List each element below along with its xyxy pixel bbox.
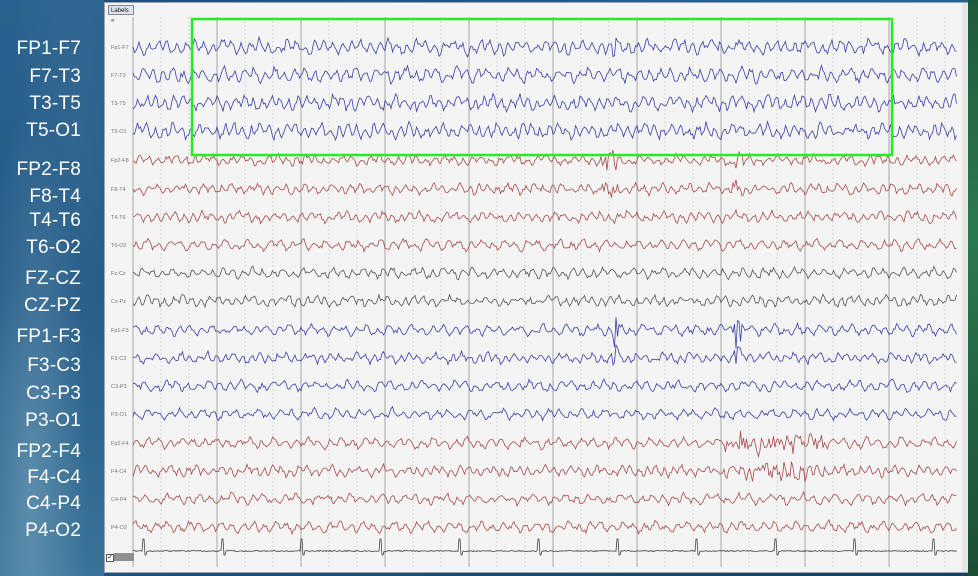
montage-label: FP1-F3 [16,326,81,347]
ekg-trace [132,538,957,556]
checkbox-icon[interactable]: ✓ [106,554,114,562]
eeg-viewer[interactable]: Fp1-F7 F7-T3 T3-T5 T5-O1 Fp2-F8 F8-T4 T4-T6 T6-… [104,2,968,573]
montage-label: P3-O1 [25,410,81,431]
viewer-row-label: Fz-Cz [111,271,126,277]
viewer-row-label: T4-T6 [111,215,126,221]
vertical-scrollbar[interactable] [962,3,968,572]
montage-label: T5-O1 [26,120,81,141]
montage-label: C4-P4 [26,493,81,514]
viewer-row-label: T3-T5 [111,101,126,107]
viewer-row-label: Fp2-F4 [111,441,129,447]
montage-label: FZ-CZ [25,268,81,289]
desktop-edge [968,0,978,576]
montage-label: FP2-F4 [16,441,81,462]
viewer-row-label: Fp1-F3 [111,328,129,334]
montage-label: T4-T6 [29,210,81,231]
ruler-bar[interactable] [114,553,134,561]
viewer-row-label: F4-C4 [111,469,126,475]
viewer-row-label: T6-O2 [111,243,127,249]
eeg-channel-trace [132,149,957,171]
montage-label: T6-O2 [26,237,81,258]
viewer-row-label: T5-O1 [111,129,127,135]
viewer-row-label: F3-C3 [111,356,126,362]
viewer-row-label: F8-T4 [111,187,126,193]
viewer-row-label: C4-P4 [111,497,127,503]
montage-label: F4-C4 [27,467,81,488]
labels-header[interactable]: Labels « [108,5,134,24]
montage-label: FP1-F7 [16,38,81,59]
viewer-row-label: F7-T3 [111,73,126,79]
montage-label: F7-T3 [29,66,81,87]
viewer-row-label: Fp1-F7 [111,45,129,51]
viewer-row-label: P3-O1 [111,412,127,418]
viewer-row-label: Cz-Pz [111,299,126,305]
viewer-row-label: Fp2-F8 [111,158,129,164]
montage-label: CZ-PZ [24,295,81,316]
montage-label: FP2-F8 [16,159,81,180]
montage-label: F3-C3 [27,355,81,376]
eeg-trace-canvas[interactable]: Fp1-F7 F7-T3 T3-T5 T5-O1 Fp2-F8 F8-T4 T4-T6 T6-… [105,3,967,572]
viewer-row-label: P4-O2 [111,525,127,531]
montage-label: P4-O2 [25,520,81,541]
montage-label: T3-T5 [29,93,81,114]
montage-label: F8-T4 [29,186,81,207]
viewer-row-label: C3-P3 [111,384,127,390]
montage-label: C3-P3 [26,383,81,404]
